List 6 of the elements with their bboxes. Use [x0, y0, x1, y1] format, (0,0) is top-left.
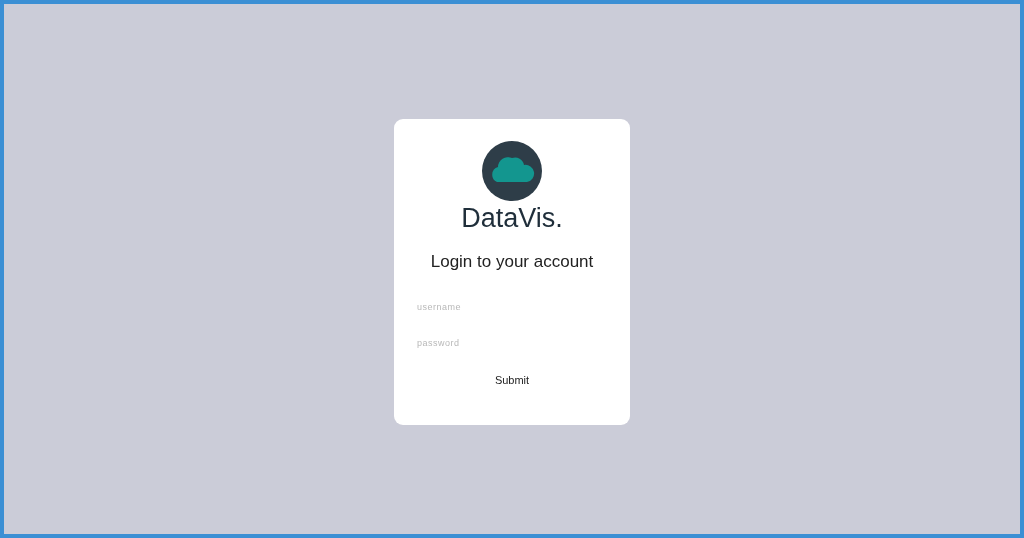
submit-button[interactable]: Submit — [484, 370, 540, 390]
brand-name: DataVis. — [461, 203, 563, 234]
username-field[interactable]: username — [417, 298, 607, 316]
login-heading: Login to your account — [430, 252, 594, 272]
cloud-logo-icon — [482, 141, 542, 201]
password-field[interactable]: password — [417, 334, 607, 352]
